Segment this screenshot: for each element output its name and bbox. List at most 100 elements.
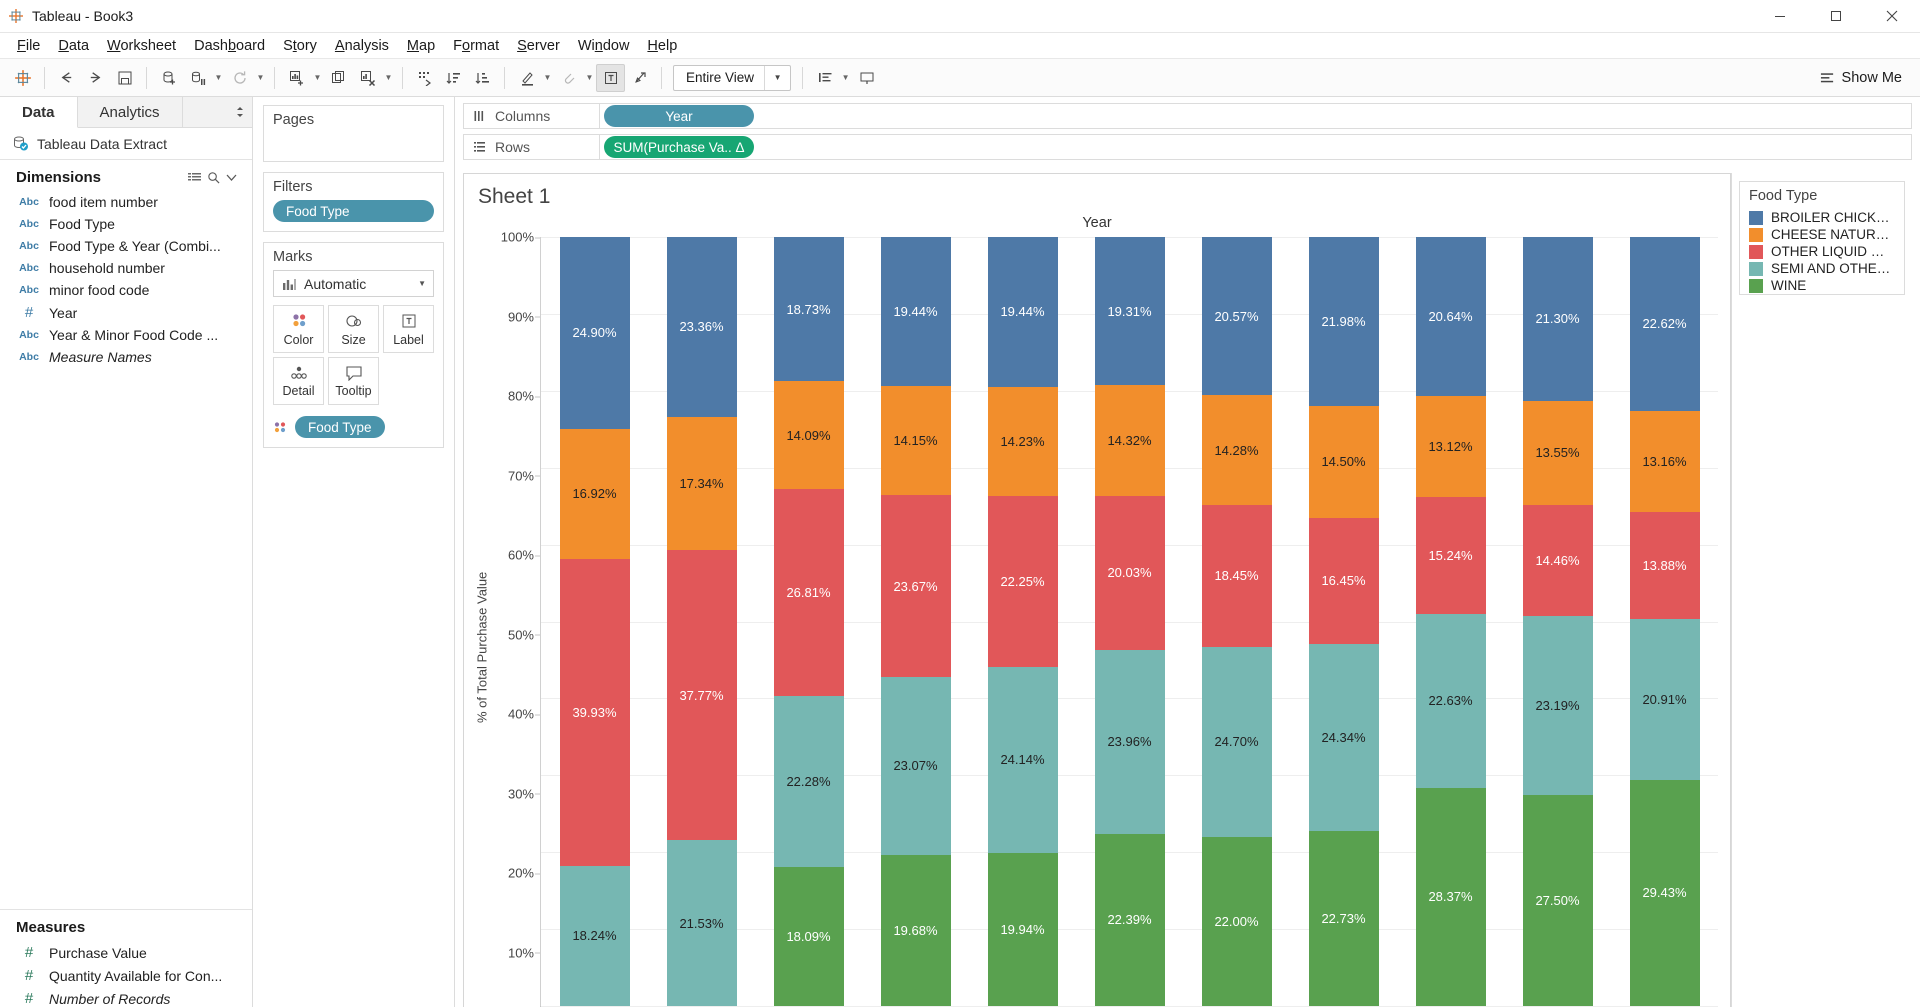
columns-pill-year[interactable]: Year (604, 105, 754, 127)
dimension-field[interactable]: AbcYear & Minor Food Code ... (0, 324, 252, 346)
legend-item[interactable]: SEMI AND OTHER SKI.. (1740, 260, 1904, 277)
menu-item-file[interactable]: File (8, 35, 49, 57)
bar-segment[interactable]: 17.34% (667, 417, 737, 550)
legend-item[interactable]: CHEESE NATURAL HA.. (1740, 226, 1904, 243)
tableau-home-icon[interactable] (8, 64, 37, 92)
sort-descending-icon[interactable] (468, 64, 497, 92)
menu-item-data[interactable]: Data (49, 35, 98, 57)
bar-segment[interactable]: 21.98% (1309, 237, 1379, 406)
dimension-field[interactable]: AbcMeasure Names (0, 346, 252, 368)
bar-segment[interactable]: 21.30% (1523, 237, 1593, 401)
duplicate-sheet-icon[interactable] (324, 64, 353, 92)
bar-segment[interactable]: 22.62% (1630, 237, 1700, 411)
bar-segment[interactable]: 19.44% (988, 237, 1058, 387)
clear-sheet-caret-icon[interactable]: ▼ (382, 64, 395, 92)
menu-item-story[interactable]: Story (274, 35, 326, 57)
back-arrow-icon[interactable] (52, 64, 81, 92)
marks-detail-button[interactable]: Detail (273, 357, 324, 405)
bar-segment[interactable]: 14.32% (1095, 385, 1165, 495)
measure-field[interactable]: #Purchase Value (0, 941, 252, 964)
stacked-bar[interactable]: 19.44%14.23%22.25%24.14%19.94% (988, 237, 1058, 1006)
stacked-bar[interactable]: 19.44%14.15%23.67%23.07%19.68% (881, 237, 951, 1006)
bar-segment[interactable]: 19.68% (881, 855, 951, 1006)
stacked-bar[interactable]: 18.73%14.09%26.81%22.28%18.09% (774, 237, 844, 1006)
bar-segment[interactable]: 19.31% (1095, 237, 1165, 385)
data-pane-collapse-handle[interactable] (183, 97, 252, 127)
bar-segment[interactable]: 14.46% (1523, 505, 1593, 616)
bar-segment[interactable]: 14.15% (881, 386, 951, 495)
refresh-caret-icon[interactable]: ▼ (254, 64, 267, 92)
maximize-button[interactable] (1808, 0, 1864, 33)
bar-segment[interactable]: 20.03% (1095, 496, 1165, 650)
data-source-item[interactable]: Tableau Data Extract (0, 128, 252, 160)
group-caret-icon[interactable]: ▼ (583, 64, 596, 92)
fix-axes-icon[interactable] (625, 64, 654, 92)
view-size-selector[interactable]: Entire View ▼ (673, 65, 791, 91)
bar-segment[interactable]: 16.45% (1309, 518, 1379, 645)
highlight-caret-icon[interactable]: ▼ (541, 64, 554, 92)
bar-segment[interactable]: 18.24% (560, 866, 630, 1006)
dimensions-chevron-down-icon[interactable] (222, 170, 240, 186)
pause-refresh-caret-icon[interactable]: ▼ (212, 64, 225, 92)
show-me-button[interactable]: Show Me (1810, 66, 1912, 90)
presentation-mode-icon[interactable] (852, 64, 881, 92)
bar-segment[interactable]: 14.50% (1309, 406, 1379, 518)
legend-item[interactable]: BROILER CHICKEN UN.. (1740, 209, 1904, 226)
grid-view-icon[interactable] (186, 170, 204, 186)
bar-segment[interactable]: 24.14% (988, 667, 1058, 853)
bar-segment[interactable]: 22.39% (1095, 834, 1165, 1006)
bar-segment[interactable]: 20.64% (1416, 237, 1486, 396)
bar-segment[interactable]: 24.34% (1309, 644, 1379, 831)
bar-segment[interactable]: 23.36% (667, 237, 737, 417)
stacked-bar[interactable]: 23.36%17.34%37.77%21.53% (667, 237, 737, 1006)
bar-segment[interactable]: 19.44% (881, 237, 951, 386)
menu-item-map[interactable]: Map (398, 35, 444, 57)
bar-segment[interactable]: 16.92% (560, 429, 630, 559)
dimension-field[interactable]: Abchousehold number (0, 257, 252, 279)
filters-drop-zone[interactable]: Food Type (264, 200, 443, 231)
rows-pill-purchase-value[interactable]: SUM(Purchase Va.. Δ (604, 136, 754, 158)
menu-item-window[interactable]: Window (569, 35, 639, 57)
menu-item-format[interactable]: Format (444, 35, 508, 57)
marks-pill-food-type[interactable]: Food Type (295, 416, 385, 438)
bar-segment[interactable]: 14.28% (1202, 395, 1272, 505)
bar-segment[interactable]: 22.00% (1202, 837, 1272, 1006)
swap-rows-columns-icon[interactable] (410, 64, 439, 92)
forward-arrow-icon[interactable] (81, 64, 110, 92)
bar-segment[interactable]: 28.37% (1416, 788, 1486, 1006)
close-button[interactable] (1864, 0, 1920, 33)
legend-item[interactable]: WINE (1740, 277, 1904, 294)
fit-axis-caret-icon[interactable]: ▼ (839, 64, 852, 92)
menu-item-server[interactable]: Server (508, 35, 569, 57)
dimension-field[interactable]: Abcminor food code (0, 279, 252, 301)
bar-segment[interactable]: 18.09% (774, 867, 844, 1006)
group-members-icon[interactable] (554, 64, 583, 92)
bar-segment[interactable]: 23.07% (881, 677, 951, 854)
stacked-bar[interactable]: 21.30%13.55%14.46%23.19%27.50% (1523, 237, 1593, 1006)
stacked-bar[interactable]: 24.90%16.92%39.93%18.24% (560, 237, 630, 1006)
minimize-button[interactable] (1752, 0, 1808, 33)
bar-segment[interactable]: 23.19% (1523, 616, 1593, 794)
sort-ascending-icon[interactable] (439, 64, 468, 92)
bar-segment[interactable]: 23.96% (1095, 650, 1165, 834)
new-worksheet-caret-icon[interactable]: ▼ (311, 64, 324, 92)
rows-drop-zone[interactable]: SUM(Purchase Va.. Δ (600, 134, 1912, 160)
pages-drop-zone[interactable] (264, 133, 443, 161)
columns-drop-zone[interactable]: Year (600, 103, 1912, 129)
bar-segment[interactable]: 15.24% (1416, 497, 1486, 614)
save-icon[interactable] (110, 64, 139, 92)
bar-segment[interactable]: 22.25% (988, 496, 1058, 667)
bar-segment[interactable]: 13.12% (1416, 396, 1486, 497)
bar-segment[interactable]: 20.57% (1202, 237, 1272, 395)
marks-tooltip-button[interactable]: Tooltip (328, 357, 379, 405)
bar-segment[interactable]: 39.93% (560, 559, 630, 866)
marks-label-button[interactable]: Label (383, 305, 434, 353)
marks-color-button[interactable]: Color (273, 305, 324, 353)
highlight-icon[interactable] (512, 64, 541, 92)
bar-segment[interactable]: 29.43% (1630, 780, 1700, 1006)
bar-segment[interactable]: 13.16% (1630, 411, 1700, 512)
bar-segment[interactable]: 14.23% (988, 387, 1058, 496)
dimension-field[interactable]: Abcfood item number (0, 191, 252, 213)
legend-item[interactable]: OTHER LIQUID MILK F.. (1740, 243, 1904, 260)
search-icon[interactable] (204, 170, 222, 186)
